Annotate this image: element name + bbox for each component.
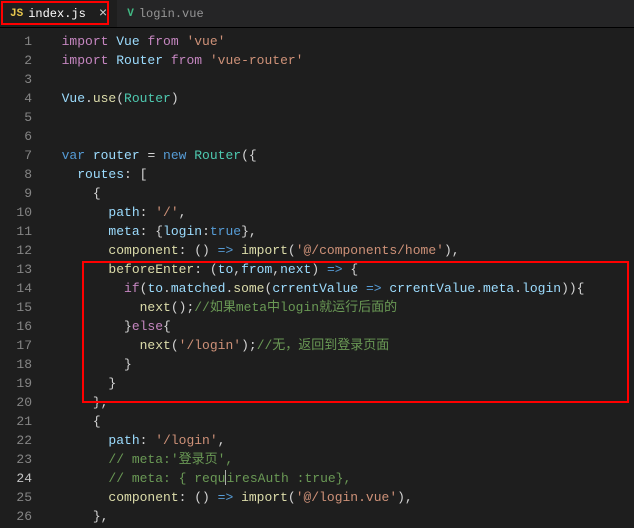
code-line — [46, 70, 634, 89]
line-number: 17 — [0, 336, 32, 355]
code-line: }, — [46, 393, 634, 412]
code-line: var router = new Router({ — [46, 146, 634, 165]
line-number: 16 — [0, 317, 32, 336]
line-number: 23 — [0, 450, 32, 469]
line-number: 26 — [0, 507, 32, 526]
tab-index-js[interactable]: JS index.js × — [0, 0, 117, 27]
code-line: routes: [ — [46, 165, 634, 184]
code-line: if(to.matched.some(crrentValue => crrent… — [46, 279, 634, 298]
line-number: 6 — [0, 127, 32, 146]
code-line: { — [46, 412, 634, 431]
code-line: component: () => import('@/login.vue'), — [46, 488, 634, 507]
line-number: 4 — [0, 89, 32, 108]
js-file-icon: JS — [10, 8, 23, 20]
line-number: 14 — [0, 279, 32, 298]
code-line: import Vue from 'vue' — [46, 32, 634, 51]
code-line: }, — [46, 507, 634, 526]
code-line: path: '/login', — [46, 431, 634, 450]
line-number: 2 — [0, 51, 32, 70]
code-line: // meta: { requiresAuth :true}, — [46, 469, 634, 488]
line-number: 20 — [0, 393, 32, 412]
code-line: }else{ — [46, 317, 634, 336]
line-number: 7 — [0, 146, 32, 165]
code-area[interactable]: import Vue from 'vue' import Router from… — [46, 28, 634, 528]
code-line: Vue.use(Router) — [46, 89, 634, 108]
line-number: 13 — [0, 260, 32, 279]
code-line: next('/login');//无，返回到登录页面 — [46, 336, 634, 355]
tab-label: index.js — [28, 7, 86, 21]
tab-bar: JS index.js × Vlogin.vue — [0, 0, 634, 28]
code-line: } — [46, 374, 634, 393]
line-number: 15 — [0, 298, 32, 317]
code-line: meta: {login:true}, — [46, 222, 634, 241]
line-number: 10 — [0, 203, 32, 222]
code-line: import Router from 'vue-router' — [46, 51, 634, 70]
line-number: 9 — [0, 184, 32, 203]
editor: 1234567891011121314151617181920212223242… — [0, 28, 634, 528]
line-number: 3 — [0, 70, 32, 89]
code-line: beforeEnter: (to,from,next) => { — [46, 260, 634, 279]
code-line: // meta:'登录页', — [46, 450, 634, 469]
code-line — [46, 108, 634, 127]
line-number-gutter: 1234567891011121314151617181920212223242… — [0, 28, 46, 528]
code-line: } — [46, 355, 634, 374]
line-number: 1 — [0, 32, 32, 51]
line-number: 12 — [0, 241, 32, 260]
code-line: component: () => import('@/components/ho… — [46, 241, 634, 260]
tab-label: login.vue — [139, 7, 204, 21]
tab-login-vue[interactable]: Vlogin.vue — [117, 0, 213, 27]
code-line: next();//如果meta中login就运行后面的 — [46, 298, 634, 317]
line-number: 19 — [0, 374, 32, 393]
line-number: 25 — [0, 488, 32, 507]
code-line: { — [46, 184, 634, 203]
line-number: 8 — [0, 165, 32, 184]
line-number: 5 — [0, 108, 32, 127]
line-number: 18 — [0, 355, 32, 374]
vue-file-icon: V — [127, 8, 134, 20]
line-number: 22 — [0, 431, 32, 450]
line-number: 21 — [0, 412, 32, 431]
close-icon[interactable]: × — [99, 6, 107, 22]
line-number: 24 — [0, 469, 32, 488]
code-line: path: '/', — [46, 203, 634, 222]
code-line — [46, 127, 634, 146]
line-number: 11 — [0, 222, 32, 241]
